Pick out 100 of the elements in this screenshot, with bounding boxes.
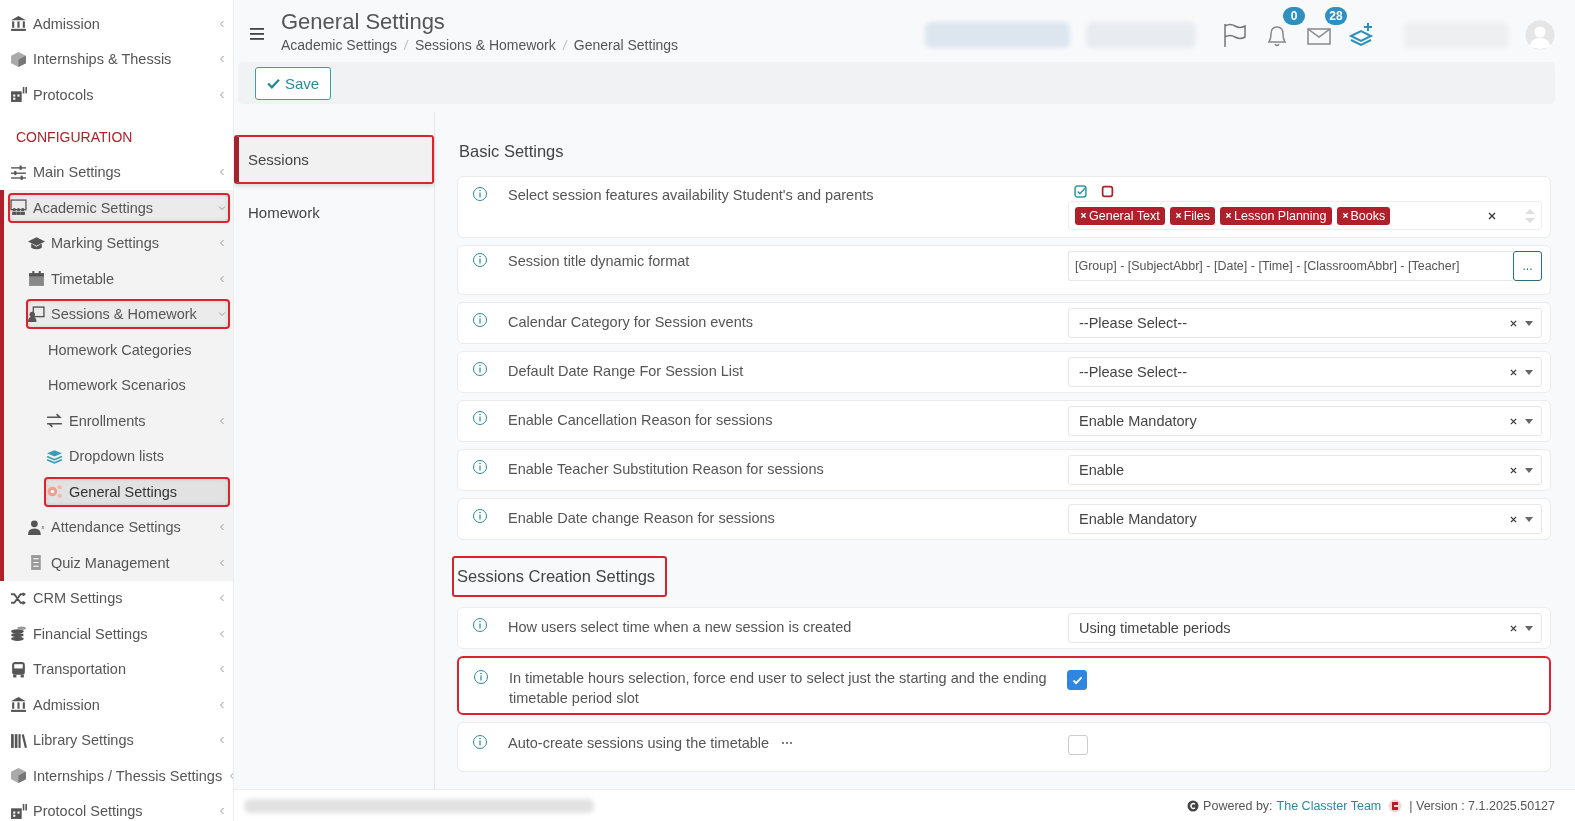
check-icon <box>267 77 280 89</box>
cube-icon <box>10 767 27 785</box>
cap-icon <box>28 234 45 252</box>
info-icon[interactable] <box>472 252 488 268</box>
setting-label: Default Date Range For Session List <box>508 362 744 381</box>
bus-icon <box>10 660 27 678</box>
message-badge: 28 <box>1325 7 1347 25</box>
check-icon <box>1071 675 1083 685</box>
info-icon[interactable] <box>472 410 488 426</box>
setting-label: Select session features availability Student's and parents <box>508 186 874 205</box>
info-icon[interactable] <box>472 734 488 750</box>
tag[interactable]: Lesson Planning <box>1220 206 1332 225</box>
layers-plus-icon[interactable] <box>1348 22 1374 48</box>
sidebar-item[interactable]: Protocols <box>8 79 230 110</box>
sidebar-item[interactable]: Admission <box>8 8 230 39</box>
caret-icon <box>1525 369 1533 375</box>
remove-icon[interactable] <box>1174 212 1182 219</box>
section-heading: CONFIGURATION <box>16 128 133 145</box>
clear-icon[interactable] <box>1488 211 1496 220</box>
remove-icon[interactable] <box>1341 212 1349 219</box>
info-icon[interactable] <box>472 312 488 328</box>
info-icon[interactable] <box>472 617 488 633</box>
section-title: Sessions Creation Settings <box>452 556 668 597</box>
powered-by-text: Powered by: <box>1203 798 1273 813</box>
select-field[interactable]: Enable Mandatory <box>1068 504 1542 534</box>
sidebar-item[interactable]: General Settings <box>44 476 230 507</box>
caret-icon <box>1525 467 1533 473</box>
tag[interactable]: Files <box>1169 206 1216 225</box>
clear-icon[interactable] <box>1510 624 1517 632</box>
caret-icon <box>1525 625 1533 631</box>
coins-icon <box>10 625 27 643</box>
breadcrumb-link[interactable]: General Settings <box>573 37 679 53</box>
checkbox[interactable] <box>1068 735 1088 755</box>
format-field[interactable]: [Group] - [SubjectAbbr] - [Date] - [Time] - [ClassroomAbbr] - [Teacher] <box>1068 251 1513 281</box>
person-icon <box>28 518 45 536</box>
tab[interactable]: Sessions <box>234 135 434 184</box>
page-title: General Settings <box>281 9 446 35</box>
sidebar-item[interactable]: Admission <box>8 689 230 720</box>
deselect-all-icon[interactable] <box>1101 185 1114 198</box>
clear-icon[interactable] <box>1510 319 1517 327</box>
breadcrumb-link[interactable]: Sessions & Homework <box>414 37 556 53</box>
select-all-icon[interactable] <box>1074 185 1087 198</box>
bank-icon <box>10 696 27 714</box>
clear-icon[interactable] <box>1510 417 1517 425</box>
sidebar-item[interactable]: Internships & Thessis <box>8 44 230 75</box>
notification-badge: 0 <box>1283 7 1305 25</box>
info-icon[interactable] <box>472 508 488 524</box>
sidebar-item[interactable]: Financial Settings <box>8 618 230 649</box>
browse-button[interactable]: ... <box>1513 251 1542 281</box>
books-icon <box>10 731 27 749</box>
grid-icon <box>10 86 27 104</box>
sliders-icon <box>10 163 27 181</box>
tab[interactable]: Homework <box>234 188 434 237</box>
tag[interactable]: General Text <box>1075 206 1165 225</box>
clear-icon[interactable] <box>1510 368 1517 376</box>
remove-icon[interactable] <box>1080 212 1087 219</box>
people-icon <box>10 199 27 217</box>
separator-icon <box>402 39 409 51</box>
info-icon[interactable] <box>473 669 489 685</box>
cube-icon <box>10 50 27 68</box>
clear-icon[interactable] <box>1510 515 1517 523</box>
info-icon[interactable] <box>472 459 488 475</box>
select-field[interactable]: Using timetable periods <box>1068 613 1542 643</box>
sidebar-item[interactable]: Internships / Thessis Settings <box>8 760 233 791</box>
select-field[interactable]: --Please Select-- <box>1068 357 1542 387</box>
setting-label: How users select time when a new session is created <box>508 618 852 637</box>
section-title: Basic Settings <box>458 141 565 162</box>
breadcrumb-link[interactable]: Academic Settings <box>281 37 397 53</box>
setting-label: Enable Teacher Substitution Reason for sessions <box>508 460 824 479</box>
calendar-icon <box>28 270 45 288</box>
team-link[interactable]: The Classter Team <box>1276 798 1382 813</box>
arrows-icon <box>46 412 63 430</box>
sidebar-item[interactable]: Protocol Settings <box>8 796 230 821</box>
menu-icon[interactable] <box>250 28 264 40</box>
sidebar-item[interactable]: Transportation <box>8 654 230 685</box>
caret-icon <box>1525 320 1533 326</box>
sidebar-item[interactable]: Main Settings <box>8 157 230 188</box>
logo-icon <box>1388 798 1403 813</box>
setting-label: Session title dynamic format <box>508 252 690 271</box>
sidebar-item[interactable]: Library Settings <box>8 725 230 756</box>
info-icon[interactable] <box>472 361 488 377</box>
sidebar-item[interactable]: Sessions & Homework <box>26 299 230 330</box>
board-icon <box>28 305 45 323</box>
remove-icon[interactable] <box>1225 212 1233 219</box>
info-icon[interactable] <box>472 186 488 202</box>
gear-icon <box>46 483 63 501</box>
save-button[interactable]: Save <box>255 66 332 100</box>
sidebar-item[interactable]: CRM Settings <box>8 583 230 614</box>
flag-icon[interactable] <box>1222 22 1248 48</box>
sidebar-item[interactable]: Academic Settings <box>8 192 230 223</box>
select-field[interactable]: --Please Select-- <box>1068 308 1542 338</box>
clear-icon[interactable] <box>1510 466 1517 474</box>
select-field[interactable]: Enable Mandatory <box>1068 406 1542 436</box>
setting-label: Enable Date change Reason for sessions <box>508 509 775 528</box>
more-icon[interactable] <box>781 741 794 745</box>
separator-icon <box>561 39 568 51</box>
select-field[interactable]: Enable <box>1068 455 1542 485</box>
tags-field[interactable]: General Text Files Lesson Planning Books <box>1068 201 1542 230</box>
checkbox[interactable] <box>1067 670 1087 690</box>
tag[interactable]: Books <box>1336 206 1391 225</box>
